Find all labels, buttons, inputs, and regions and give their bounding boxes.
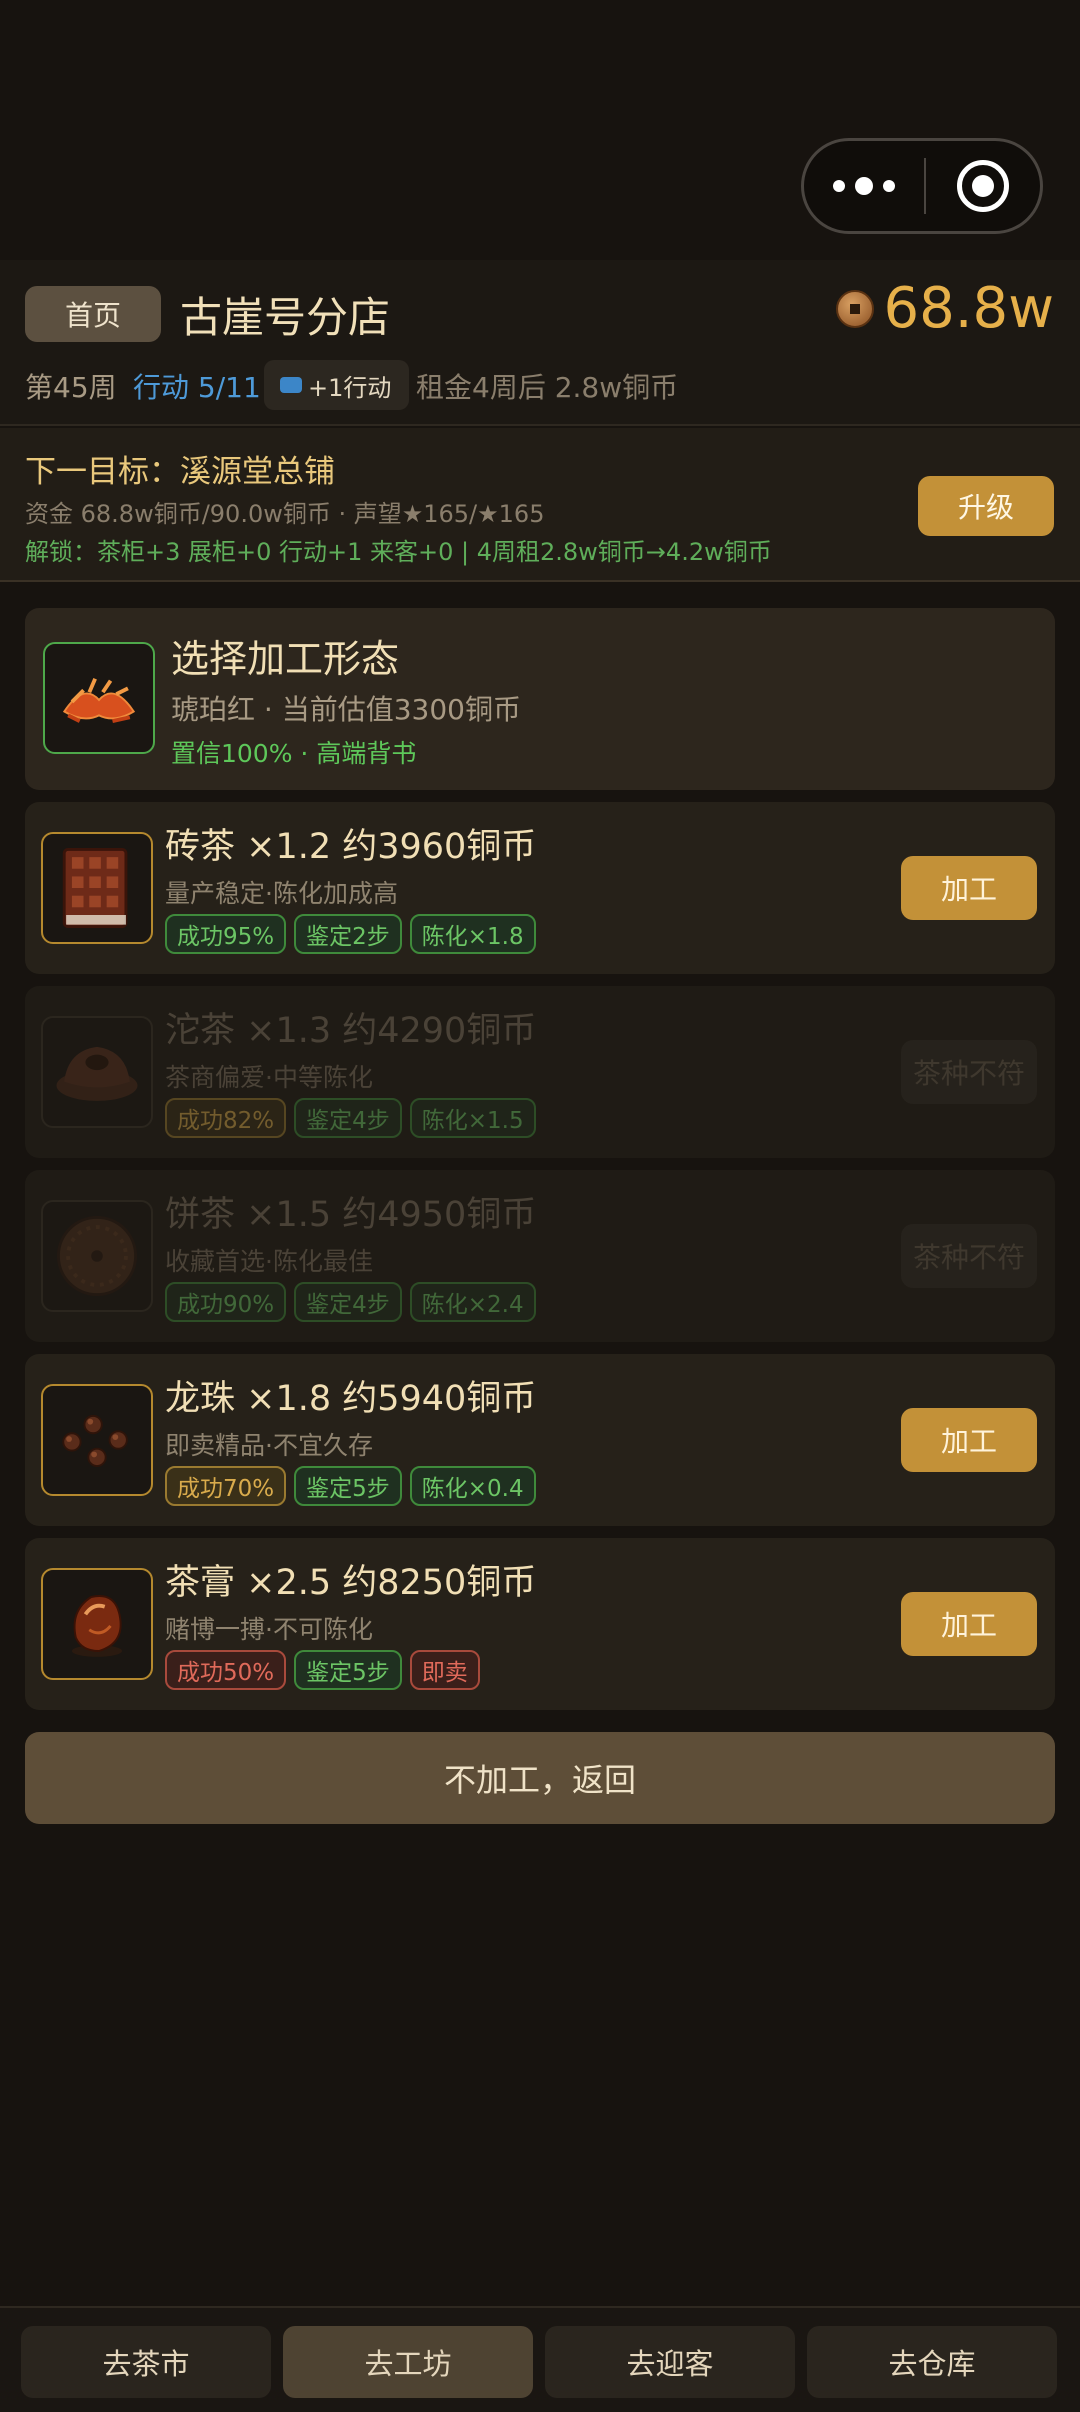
mini-program-capsule (801, 138, 1043, 234)
tea-mismatch-button: 茶种不符 (901, 1224, 1037, 1288)
tab-reception[interactable]: 去迎客 (545, 2326, 795, 2398)
money-display: 68.8w (835, 276, 1055, 341)
more-icon[interactable] (804, 141, 924, 231)
tab-tea-market[interactable]: 去茶市 (21, 2326, 271, 2398)
rent-info: 租金4周后 2.8w铜币 (416, 371, 679, 404)
next-goal-panel: 下一目标：溪源堂总铺 资金 68.8w铜币/90.0w铜币 · 声望★165/★… (0, 428, 1080, 582)
success-rate-tag: 成功50% (165, 1650, 287, 1690)
week-counter: 第45周 (25, 371, 117, 404)
option-card-brick-tea: 砖茶 ×1.2 约3960铜币 量产稳定·陈化加成高 成功95% 鉴定2步 陈化… (25, 802, 1055, 974)
tab-workshop[interactable]: 去工坊 (283, 2326, 533, 2398)
selected-tea-card: 选择加工形态 琥珀红 · 当前估值3300铜币 置信100% · 高端背书 (25, 608, 1055, 790)
process-button[interactable]: 加工 (901, 856, 1037, 920)
dried-tea-icon (43, 642, 155, 754)
option-card-dragon-pearl: 龙珠 ×1.8 约5940铜币 即卖精品·不宜久存 成功70% 鉴定5步 陈化×… (25, 1354, 1055, 1526)
aging-multiplier-tag: 陈化×2.4 (409, 1282, 536, 1322)
option-title: 龙珠 ×1.8 约5940铜币 (165, 1379, 537, 1419)
success-rate-tag: 成功95% (165, 914, 287, 954)
upgrade-button[interactable]: 升级 (918, 476, 1054, 536)
tea-mismatch-button: 茶种不符 (901, 1040, 1037, 1104)
option-description: 量产稳定·陈化加成高 (165, 879, 398, 908)
option-description: 即卖精品·不宜久存 (165, 1431, 373, 1460)
plus-action-label: +1行动 (308, 373, 392, 402)
close-target-icon[interactable] (926, 160, 1040, 212)
plus-action-button[interactable]: +1行动 (264, 360, 410, 410)
instant-sell-tag: 即卖 (409, 1650, 480, 1690)
selection-subtitle: 琥珀红 · 当前估值3300铜币 (171, 693, 521, 726)
option-title: 饼茶 ×1.5 约4950铜币 (165, 1195, 537, 1235)
option-tags: 成功95% 鉴定2步 陈化×1.8 (165, 914, 536, 954)
dragon-pearl-icon (41, 1384, 153, 1496)
appraisal-steps-tag: 鉴定5步 (294, 1466, 402, 1506)
bottom-tab-bar: 去茶市 去工坊 去迎客 去仓库 (0, 2306, 1080, 2412)
option-title: 沱茶 ×1.3 约4290铜币 (165, 1011, 537, 1051)
option-title: 茶膏 ×2.5 约8250铜币 (165, 1563, 537, 1603)
money-value: 68.8w (883, 276, 1055, 341)
brick-tea-icon (41, 832, 153, 944)
option-card-tuo-tea: 沱茶 ×1.3 约4290铜币 茶商偏爱·中等陈化 成功82% 鉴定4步 陈化×… (25, 986, 1055, 1158)
tuo-tea-icon (41, 1016, 153, 1128)
process-button[interactable]: 加工 (901, 1592, 1037, 1656)
goal-title: 下一目标：溪源堂总铺 (25, 454, 335, 490)
appraisal-steps-tag: 鉴定5步 (294, 1650, 402, 1690)
option-card-tea-paste: 茶膏 ×2.5 约8250铜币 赌博一搏·不可陈化 成功50% 鉴定5步 即卖 … (25, 1538, 1055, 1710)
process-button[interactable]: 加工 (901, 1408, 1037, 1472)
option-tags: 成功82% 鉴定4步 陈化×1.5 (165, 1098, 536, 1138)
appraisal-steps-tag: 鉴定2步 (294, 914, 402, 954)
action-counter: 行动 5/11 (133, 371, 261, 404)
option-card-cake-tea: 饼茶 ×1.5 约4950铜币 收藏首选·陈化最佳 成功90% 鉴定4步 陈化×… (25, 1170, 1055, 1342)
success-rate-tag: 成功90% (165, 1282, 287, 1322)
shop-header: 首页 古崖号分店 68.8w 第45周 行动 5/11 +1行动 租金4周后 2… (0, 260, 1080, 426)
goal-funds: 资金 68.8w铜币/90.0w铜币 · 声望★165/★165 (25, 500, 545, 528)
coin-icon (835, 289, 874, 328)
goal-unlock: 解锁：茶柜+3 展柜+0 行动+1 来客+0 | 4周租2.8w铜币→4.2w铜… (25, 538, 772, 566)
success-rate-tag: 成功82% (165, 1098, 287, 1138)
selection-tag: 置信100% · 高端背书 (171, 739, 417, 768)
option-description: 赌博一搏·不可陈化 (165, 1615, 373, 1644)
success-rate-tag: 成功70% (165, 1466, 287, 1506)
skip-processing-back-button[interactable]: 不加工，返回 (25, 1732, 1055, 1824)
option-tags: 成功70% 鉴定5步 陈化×0.4 (165, 1466, 536, 1506)
home-button[interactable]: 首页 (25, 286, 161, 342)
cake-tea-icon (41, 1200, 153, 1312)
shop-name: 古崖号分店 (180, 293, 391, 342)
option-description: 茶商偏爱·中等陈化 (165, 1063, 373, 1092)
aging-multiplier-tag: 陈化×1.5 (409, 1098, 536, 1138)
option-title: 砖茶 ×1.2 约3960铜币 (165, 827, 537, 867)
selection-title: 选择加工形态 (171, 637, 400, 681)
tea-paste-icon (41, 1568, 153, 1680)
appraisal-steps-tag: 鉴定4步 (294, 1282, 402, 1322)
appraisal-steps-tag: 鉴定4步 (294, 1098, 402, 1138)
aging-multiplier-tag: 陈化×0.4 (409, 1466, 536, 1506)
option-description: 收藏首选·陈化最佳 (165, 1247, 373, 1276)
option-tags: 成功90% 鉴定4步 陈化×2.4 (165, 1282, 536, 1322)
option-tags: 成功50% 鉴定5步 即卖 (165, 1650, 480, 1690)
aging-multiplier-tag: 陈化×1.8 (409, 914, 536, 954)
video-ad-icon (280, 377, 302, 393)
tab-warehouse[interactable]: 去仓库 (807, 2326, 1057, 2398)
